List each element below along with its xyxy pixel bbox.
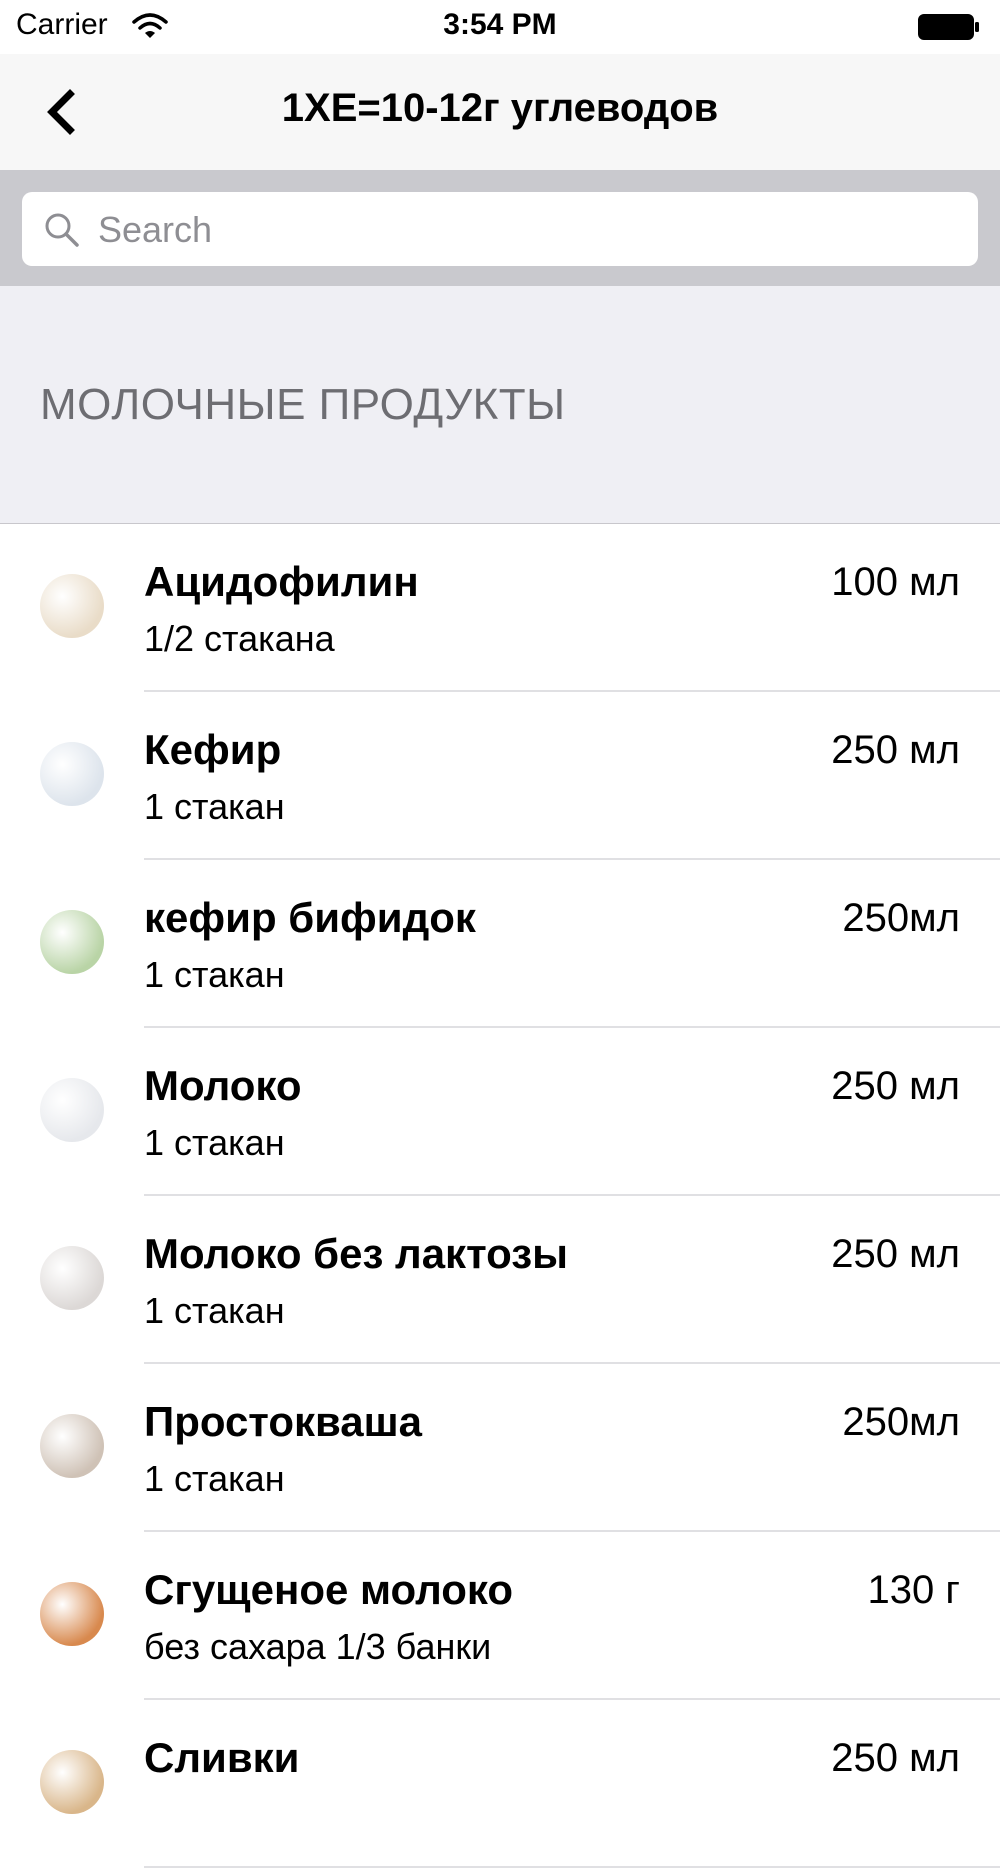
list-item[interactable]: Простокваша 1 стакан 250мл: [0, 1364, 1000, 1532]
item-name: Молоко без лактозы: [144, 1230, 568, 1277]
product-thumbnail: [40, 1750, 104, 1814]
product-thumbnail: [40, 1414, 104, 1478]
search-input[interactable]: [96, 202, 960, 258]
item-name: кефир бифидок: [144, 894, 476, 941]
item-portion: 1 стакан: [144, 954, 285, 995]
item-portion: 1 стакан: [144, 786, 285, 827]
item-portion: 1/2 стакана: [144, 618, 335, 659]
list-item[interactable]: Кефир 1 стакан 250 мл: [0, 692, 1000, 860]
item-amount: 130 г: [867, 1568, 960, 1612]
item-portion: без сахара 1/3 банки: [144, 1626, 492, 1667]
list-item[interactable]: Молоко без лактозы 1 стакан 250 мл: [0, 1196, 1000, 1364]
item-portion: 1 стакан: [144, 1290, 285, 1331]
search-bar: [0, 170, 1000, 286]
list-item[interactable]: Молоко 1 стакан 250 мл: [0, 1028, 1000, 1196]
item-amount: 250 мл: [831, 728, 960, 772]
product-thumbnail: [40, 1582, 104, 1646]
item-amount: 250 мл: [831, 1232, 960, 1276]
item-amount: 250мл: [842, 896, 960, 940]
item-name: Сливки: [144, 1734, 300, 1781]
search-field[interactable]: [22, 192, 978, 266]
item-name: Молоко: [144, 1062, 302, 1109]
item-portion: 1 стакан: [144, 1122, 285, 1163]
item-name: Кефир: [144, 726, 282, 773]
product-thumbnail: [40, 910, 104, 974]
list-item[interactable]: кефир бифидок 1 стакан 250мл: [0, 860, 1000, 1028]
item-amount: 250мл: [842, 1400, 960, 1444]
item-name: Ацидофилин: [144, 558, 419, 605]
item-portion: 1 стакан: [144, 1458, 285, 1499]
section-title: МОЛОЧНЫЕ ПРОДУКТЫ: [40, 380, 566, 429]
product-thumbnail: [40, 742, 104, 806]
product-thumbnail: [40, 1078, 104, 1142]
section-header: МОЛОЧНЫЕ ПРОДУКТЫ: [0, 286, 1000, 524]
item-amount: 250 мл: [831, 1736, 960, 1780]
page-title: 1ХЕ=10-12г углеводов: [281, 86, 719, 130]
list-item[interactable]: Ацидофилин 1/2 стакана 100 мл: [0, 524, 1000, 692]
item-amount: 250 мл: [831, 1064, 960, 1108]
product-thumbnail: [40, 574, 104, 638]
navigation-bar: 1ХЕ=10-12г углеводов: [0, 54, 1000, 170]
battery-icon: [918, 14, 980, 40]
search-icon: [45, 213, 79, 247]
item-name: Сгущеное молоко: [144, 1566, 514, 1613]
item-amount: 100 мл: [831, 560, 960, 604]
status-bar: Carrier 3:54 PM: [0, 0, 1000, 54]
list-item[interactable]: Сгущеное молоко без сахара 1/3 банки 130…: [0, 1532, 1000, 1700]
item-name: Простокваша: [144, 1398, 422, 1445]
list-item[interactable]: Сливки 250 мл: [0, 1700, 1000, 1868]
product-thumbnail: [40, 1246, 104, 1310]
product-list: Ацидофилин 1/2 стакана 100 мл Кефир 1 ст…: [0, 524, 1000, 1868]
status-time: 3:54 PM: [443, 8, 557, 41]
